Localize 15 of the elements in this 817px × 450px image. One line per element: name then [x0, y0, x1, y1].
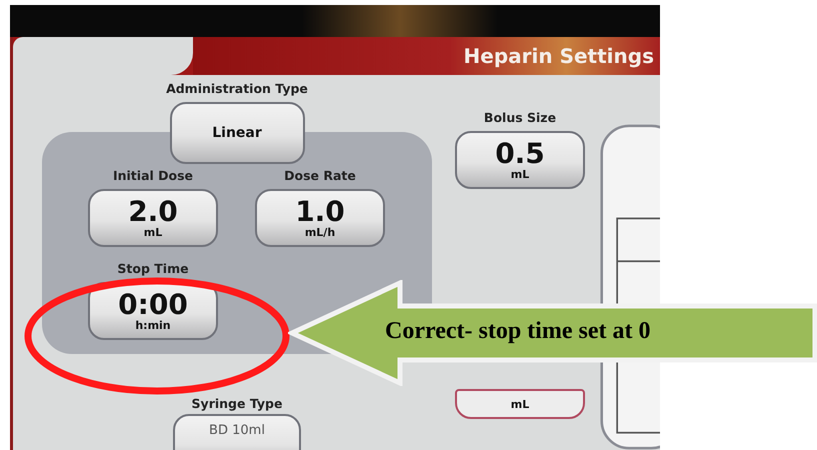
- administration-type-button[interactable]: Linear: [170, 102, 304, 164]
- syringe-type-button[interactable]: BD 10ml: [173, 414, 301, 450]
- setting-value-button[interactable]: 0:00 h:min: [88, 282, 218, 340]
- setting-value-button[interactable]: 1.0 mL/h: [255, 189, 385, 247]
- setting-label: Initial Dose: [112, 168, 194, 183]
- setting-label: Syringe Type: [192, 396, 282, 411]
- setting-value-button[interactable]: 2.0 mL: [88, 189, 218, 247]
- setting-label: Bolus Size: [484, 110, 556, 125]
- screen-title: Heparin Settings: [464, 44, 654, 68]
- setting-label: Dose Rate: [284, 168, 356, 183]
- setting-label: Administration Type: [166, 81, 308, 96]
- bolus-size-button[interactable]: 0.5 mL: [455, 131, 585, 189]
- setting-label: Stop Time: [117, 261, 189, 276]
- setting-value-button[interactable]: mL: [455, 389, 585, 419]
- callout-text: Correct- stop time set at 0: [385, 318, 650, 345]
